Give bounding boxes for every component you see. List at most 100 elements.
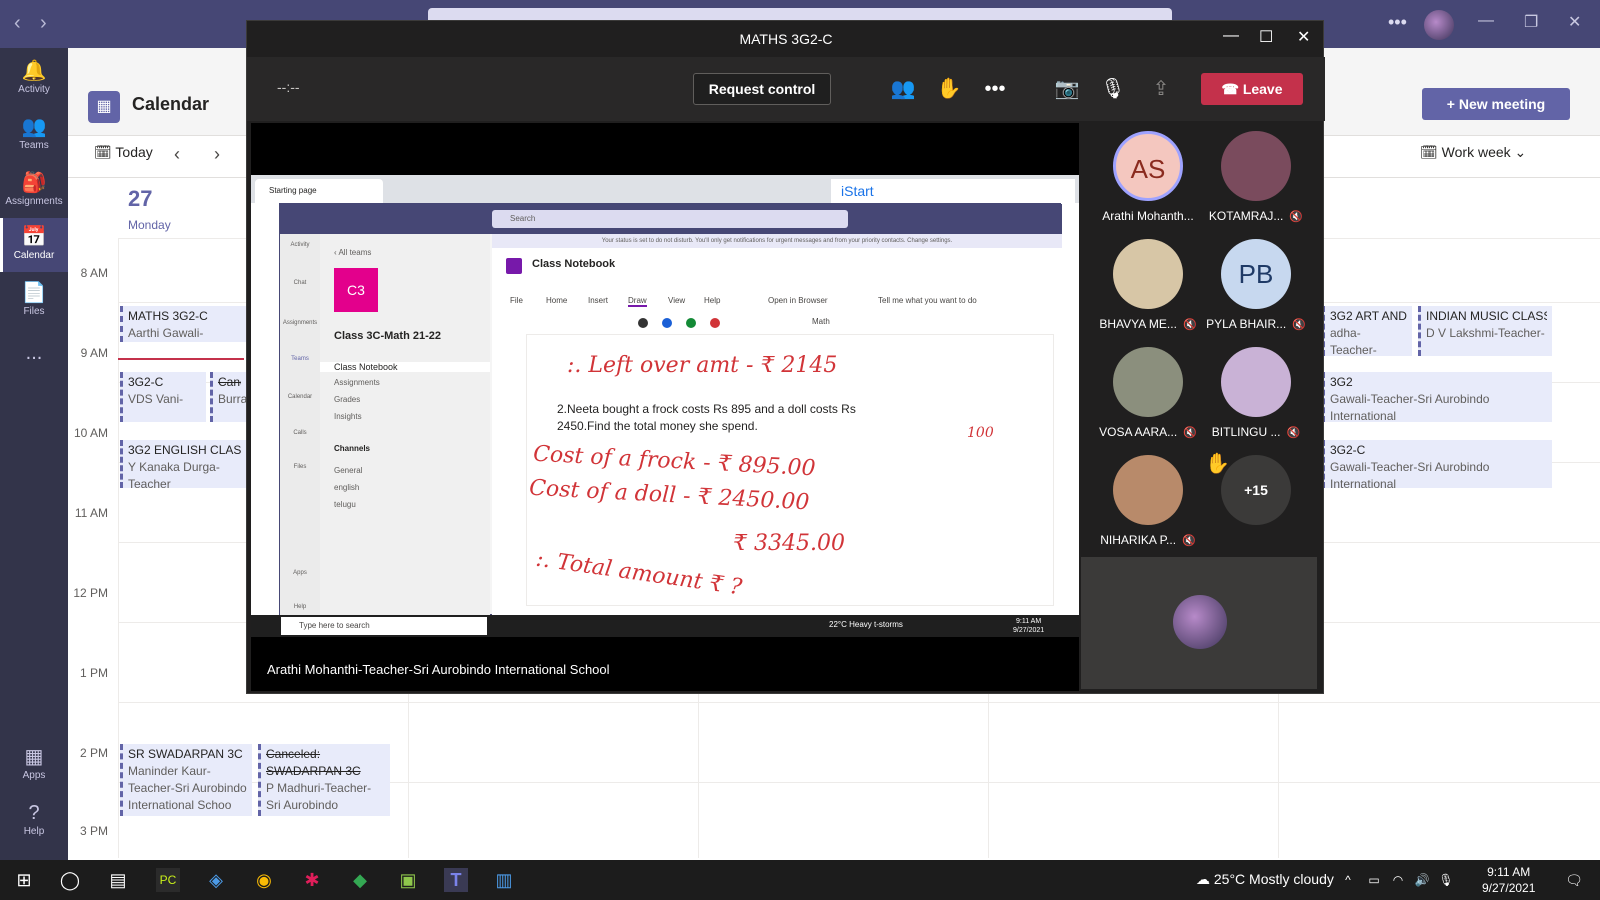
more-options-icon[interactable]: ••• bbox=[1388, 12, 1407, 33]
team-name: Class 3C-Math 21-22 bbox=[334, 330, 441, 342]
new-meeting-label: New meeting bbox=[1458, 96, 1546, 112]
chevron-up-icon[interactable]: ^ bbox=[1336, 868, 1360, 892]
rail-help[interactable]: ? Help bbox=[0, 794, 68, 848]
app-icon[interactable]: ◆ bbox=[348, 868, 372, 892]
ribbon-tab: File bbox=[510, 296, 523, 305]
event-card[interactable]: Canc Burra bbox=[210, 372, 246, 422]
close-icon[interactable]: ✕ bbox=[1568, 12, 1581, 32]
forward-icon[interactable]: › bbox=[40, 12, 47, 35]
weather-widget[interactable]: ☁ 25°C Mostly cloudy bbox=[1196, 871, 1334, 888]
participant-tile[interactable]: NIHARIKA P... 🔇 bbox=[1093, 451, 1203, 559]
rail-more[interactable]: ... bbox=[0, 334, 68, 388]
system-clock[interactable]: 9:11 AM 9/27/2021 bbox=[1482, 864, 1535, 896]
previous-week-icon[interactable]: ‹ bbox=[174, 144, 180, 165]
chrome-icon[interactable]: ◉ bbox=[252, 868, 276, 892]
leave-button[interactable]: ☎ Leave bbox=[1201, 73, 1303, 105]
battery-icon[interactable]: ▭ bbox=[1362, 868, 1386, 892]
back-icon[interactable]: ‹ bbox=[14, 12, 21, 35]
more-participants-tile[interactable]: +15 ✋ bbox=[1201, 451, 1311, 559]
team-avatar: C3 bbox=[334, 268, 378, 312]
event-subtitle: D V Lakshmi-Teacher- bbox=[1426, 326, 1545, 340]
new-meeting-button[interactable]: + New meeting bbox=[1422, 88, 1570, 120]
shared-rail-item: Chat bbox=[293, 280, 307, 286]
handwriting: ₹ 3345.00 bbox=[733, 531, 845, 556]
wifi-icon[interactable]: ◠ bbox=[1386, 868, 1410, 892]
close-icon[interactable]: ✕ bbox=[1297, 27, 1310, 47]
task-view-icon[interactable]: ▤ bbox=[106, 868, 130, 892]
rail-activity[interactable]: 🔔 Activity bbox=[0, 52, 68, 106]
avatar[interactable] bbox=[1424, 10, 1454, 40]
rail-teams[interactable]: 👥 Teams bbox=[0, 108, 68, 162]
rail-assignments[interactable]: 🎒 Assignments bbox=[0, 164, 68, 218]
hour-label: 8 AM bbox=[80, 266, 108, 280]
day-number: 27 bbox=[128, 186, 153, 211]
raise-hand-icon[interactable]: ✋ bbox=[933, 73, 965, 105]
minimize-icon[interactable]: — bbox=[1223, 27, 1239, 45]
participants-icon[interactable]: 👥 bbox=[887, 73, 919, 105]
slack-icon[interactable]: ✱ bbox=[300, 868, 324, 892]
search-icon[interactable]: ◯ bbox=[58, 868, 82, 892]
notebook-title: Class Notebook bbox=[532, 258, 616, 270]
channel-item: General bbox=[334, 466, 363, 475]
restore-icon[interactable]: ❐ bbox=[1524, 12, 1538, 32]
participant-tile[interactable]: BITLINGU ... 🔇 bbox=[1201, 343, 1311, 451]
event-card[interactable]: 3G2 ENGLISH CLASS-C Y Kanaka Durga-Teache… bbox=[120, 440, 246, 488]
event-card[interactable]: 3G2-C Gawali-Teacher-Sri Aurobindo Intern… bbox=[1322, 440, 1552, 488]
request-control-button[interactable]: Request control bbox=[693, 73, 831, 105]
view-dropdown[interactable]: 🗓 Work week ⌄ bbox=[1420, 144, 1526, 161]
app-icon[interactable]: ◈ bbox=[204, 868, 228, 892]
event-card[interactable]: 3G2 Gawali-Teacher-Sri Aurobindo Internat… bbox=[1322, 372, 1552, 422]
notification-icon[interactable]: 🗨 bbox=[1562, 868, 1586, 892]
view-label: Work week bbox=[1441, 144, 1511, 160]
shared-screen-stage: Starting page iStart Search Activity Cha… bbox=[251, 123, 1079, 691]
event-subtitle: P Madhuri-Teacher-Sri Aurobindo bbox=[266, 781, 372, 812]
handwriting: Cost of a doll - ₹ 2450.00 bbox=[528, 475, 810, 516]
shared-rail-item: Assignments bbox=[282, 320, 318, 326]
today-button[interactable]: 🗓 Today bbox=[94, 144, 153, 161]
participant-name-row: PYLA BHAIR... 🔇 bbox=[1201, 317, 1311, 331]
minimize-icon[interactable]: — bbox=[1478, 12, 1494, 30]
volume-icon[interactable]: 🔊 bbox=[1410, 868, 1434, 892]
microphone-icon[interactable]: 🎙 bbox=[1097, 73, 1129, 105]
notebook-page: :. Left over amt - ₹ 2145 2.Neeta bought… bbox=[526, 334, 1054, 606]
mic-off-icon: 🔇 bbox=[1182, 535, 1196, 547]
shared-rail-item: Help bbox=[293, 604, 307, 610]
avatar: AS bbox=[1113, 131, 1183, 201]
participant-tile[interactable]: BHAVYA ME... 🔇 bbox=[1093, 235, 1203, 343]
rail-apps[interactable]: ▦ Apps bbox=[0, 738, 68, 792]
weather-text: 25°C Mostly cloudy bbox=[1213, 871, 1334, 887]
ribbon-tab: Draw bbox=[628, 296, 647, 307]
rail-calendar[interactable]: 📅 Calendar bbox=[0, 218, 68, 272]
pycharm-icon[interactable]: PC bbox=[156, 868, 180, 892]
more-actions-icon[interactable]: ••• bbox=[979, 73, 1011, 105]
ribbon-tab: Tell me what you want to do bbox=[878, 296, 977, 305]
participant-tile[interactable]: KOTAMRAJ... 🔇 bbox=[1201, 127, 1311, 235]
maximize-icon[interactable]: ☐ bbox=[1259, 27, 1273, 47]
shared-rail-item: Files bbox=[293, 464, 307, 470]
next-week-icon[interactable]: › bbox=[214, 144, 220, 165]
app-rail: 🔔 Activity 👥 Teams 🎒 Assignments 📅 Calendar … bbox=[0, 48, 68, 860]
app-icon[interactable]: ▥ bbox=[492, 868, 516, 892]
event-card[interactable]: INDIAN MUSIC CLASS D V Lakshmi-Teacher- bbox=[1418, 306, 1552, 356]
help-icon: ? bbox=[28, 802, 40, 824]
event-card[interactable]: MATHS 3G2-C Aarthi Gawali-Teacher- bbox=[120, 306, 246, 342]
camera-off-icon[interactable]: 📷 bbox=[1051, 73, 1083, 105]
presenter-name: Arathi Mohanthi-Teacher-Sri Aurobindo In… bbox=[267, 662, 610, 677]
participant-tile[interactable]: PB PYLA BHAIR... 🔇 bbox=[1201, 235, 1311, 343]
rail-files[interactable]: 📄 Files bbox=[0, 274, 68, 328]
share-tray-icon[interactable]: ⇪ bbox=[1145, 73, 1177, 105]
hour-label: 11 AM bbox=[74, 506, 108, 520]
chevron-down-icon: ⌄ bbox=[1514, 144, 1527, 160]
notepad-icon[interactable]: ▣ bbox=[396, 868, 420, 892]
shared-screen: Starting page iStart Search Activity Cha… bbox=[251, 175, 1079, 637]
calendar-small-icon: 🗓 bbox=[94, 144, 112, 160]
windows-start-icon[interactable]: ⊞ bbox=[12, 868, 36, 892]
participant-tile[interactable]: VOSA AARA... 🔇 bbox=[1093, 343, 1203, 451]
teams-icon[interactable]: T bbox=[444, 868, 468, 892]
event-card[interactable]: 3G2 ART AND adha-Teacher- bbox=[1322, 306, 1412, 356]
microphone-icon[interactable]: 🎙 bbox=[1434, 868, 1458, 892]
event-card[interactable]: 3G2-C VDS Vani- bbox=[120, 372, 206, 422]
participant-tile[interactable]: AS Arathi Mohanth... bbox=[1093, 127, 1203, 235]
event-card[interactable]: Canceled: SWADARPAN 3C P Madhuri-Teacher-… bbox=[258, 744, 390, 816]
event-card[interactable]: SR SWADARPAN 3C Maninder Kaur-Teacher-Sri… bbox=[120, 744, 252, 816]
